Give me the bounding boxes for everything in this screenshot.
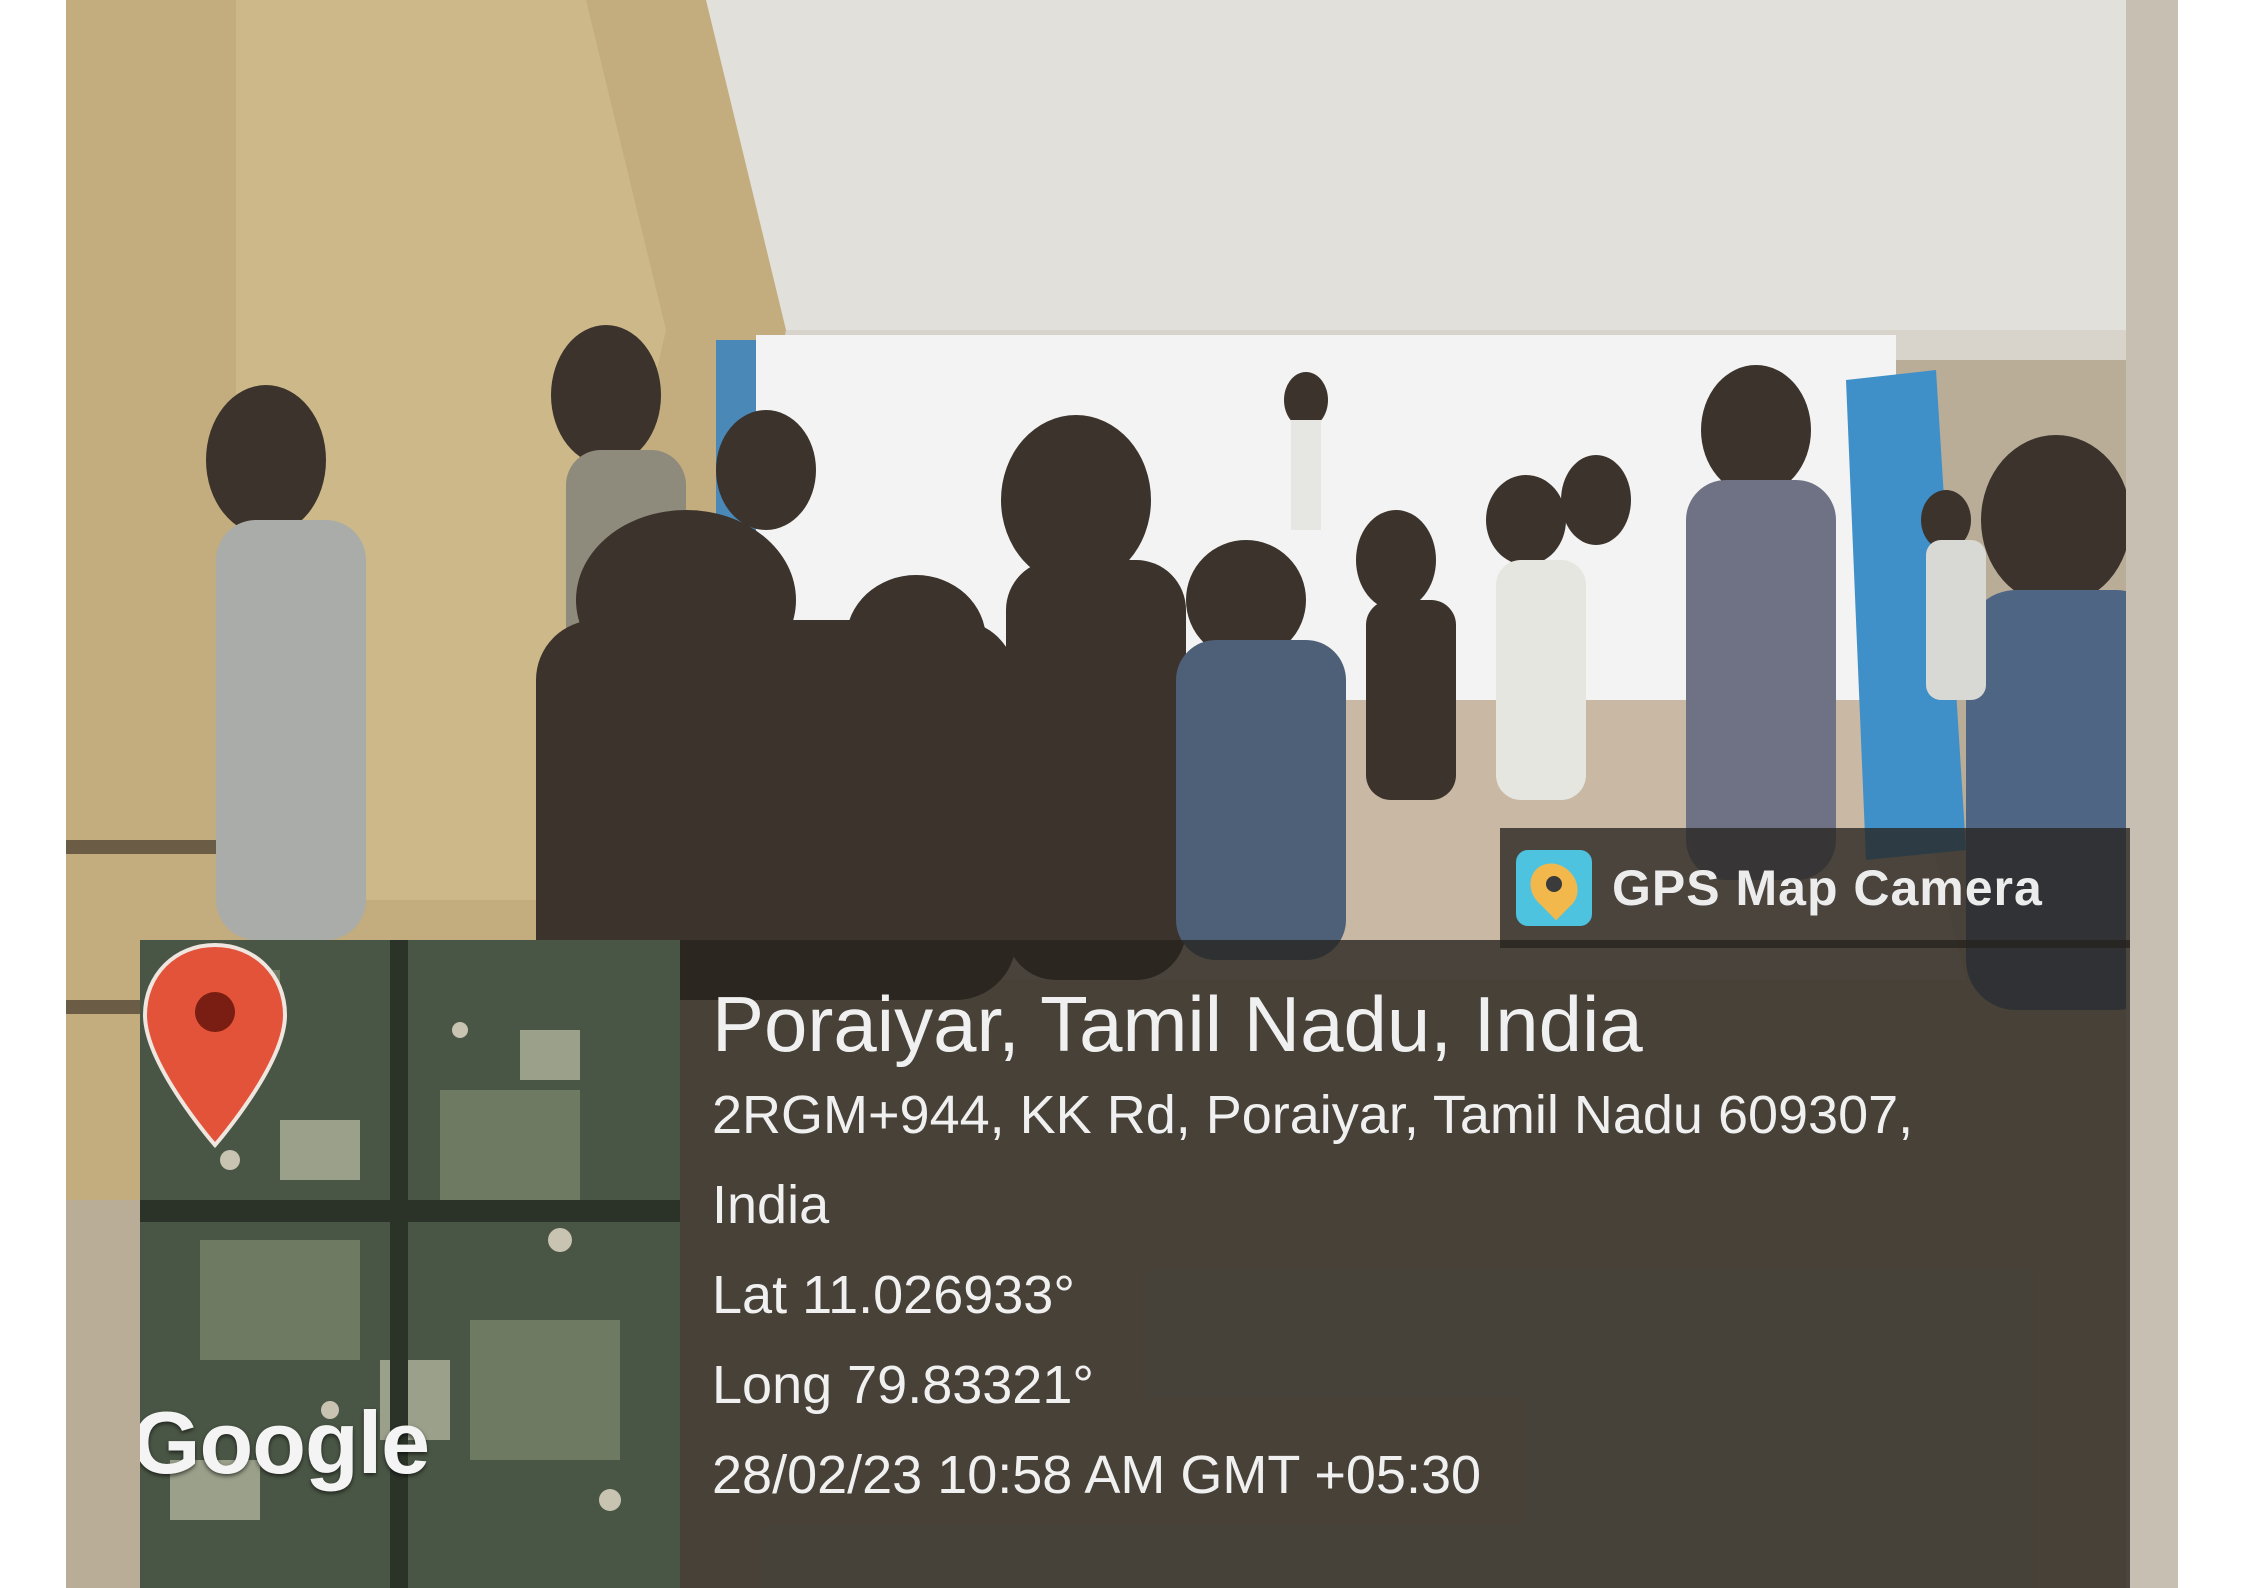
location-pin-icon (142, 942, 288, 1149)
satellite-map-thumbnail: Google (140, 940, 680, 1588)
timestamp: 28/02/23 10:58 AM GMT +05:30 (712, 1445, 1482, 1505)
place-name: Poraiyar, Tamil Nadu, India (712, 980, 1643, 1068)
address-line-1: 2RGM+944, KK Rd, Poraiyar, Tamil Nadu 60… (712, 1085, 1914, 1145)
longitude: Long 79.83321° (712, 1355, 1094, 1415)
address-line-2: India (712, 1175, 830, 1235)
app-badge: GPS Map Camera (1500, 828, 2130, 948)
location-details: Poraiyar, Tamil Nadu, India 2RGM+944, KK… (712, 978, 1913, 1520)
location-info-panel: Google Poraiyar, Tamil Nadu, India 2RGM+… (140, 940, 2130, 1588)
gps-map-camera-app-icon (1516, 850, 1592, 926)
app-name: GPS Map Camera (1612, 860, 2043, 916)
google-logo: Google (140, 1393, 430, 1492)
latitude: Lat 11.026933° (712, 1265, 1075, 1325)
